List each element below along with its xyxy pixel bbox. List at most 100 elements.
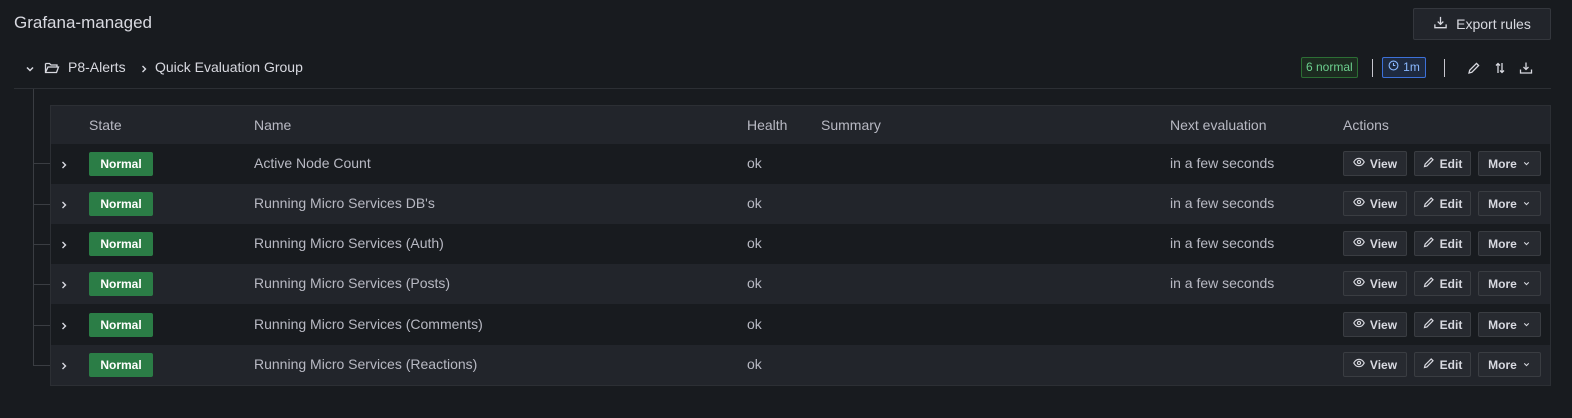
pencil-icon	[1423, 196, 1435, 211]
view-label: View	[1369, 196, 1398, 211]
more-button[interactable]: More	[1478, 231, 1541, 256]
chevron-down-icon	[1522, 197, 1531, 211]
group-name: Quick Evaluation Group	[155, 59, 303, 75]
rule-name: Running Micro Services (Reactions)	[254, 356, 478, 372]
view-button[interactable]: View	[1343, 312, 1407, 337]
rule-name: Running Micro Services DB's	[254, 195, 435, 211]
rule-health: ok	[747, 316, 762, 332]
view-button[interactable]: View	[1343, 271, 1407, 296]
header-next-evaluation: Next evaluation	[1170, 117, 1267, 133]
edit-button[interactable]: Edit	[1414, 312, 1471, 337]
more-label: More	[1488, 357, 1517, 372]
rule-next-evaluation: in a few seconds	[1170, 235, 1275, 251]
export-rules-label: Export rules	[1456, 16, 1531, 32]
edit-button[interactable]: Edit	[1414, 151, 1471, 176]
more-label: More	[1488, 276, 1517, 291]
table-row: Normal Running Micro Services (Reactions…	[51, 345, 1550, 385]
tree-connector	[33, 365, 50, 366]
divider	[1372, 59, 1373, 77]
view-button[interactable]: View	[1343, 191, 1407, 216]
pencil-icon	[1423, 156, 1435, 171]
eye-icon	[1353, 196, 1365, 211]
more-button[interactable]: More	[1478, 191, 1541, 216]
more-button[interactable]: More	[1478, 151, 1541, 176]
tree-connector	[33, 89, 34, 365]
edit-button[interactable]: Edit	[1414, 191, 1471, 216]
table-header: State Name Health Summary Next evaluatio…	[51, 106, 1550, 144]
rules-table: State Name Health Summary Next evaluatio…	[50, 105, 1551, 386]
download-icon[interactable]	[1519, 61, 1533, 75]
eye-icon	[1353, 156, 1365, 171]
clock-icon	[1388, 58, 1399, 77]
chevron-down-icon[interactable]	[24, 62, 36, 74]
header-health: Health	[747, 117, 788, 133]
more-label: More	[1488, 236, 1517, 251]
view-button[interactable]: View	[1343, 231, 1407, 256]
rule-name: Running Micro Services (Posts)	[254, 275, 451, 291]
more-button[interactable]: More	[1478, 271, 1541, 296]
edit-label: Edit	[1439, 156, 1463, 171]
view-label: View	[1369, 357, 1398, 372]
tree-connector	[33, 163, 50, 164]
chevron-down-icon	[1522, 277, 1531, 291]
chevron-right-icon[interactable]	[59, 278, 69, 290]
chevron-right-icon[interactable]	[59, 158, 69, 170]
edit-button[interactable]: Edit	[1414, 231, 1471, 256]
more-label: More	[1488, 317, 1517, 332]
view-label: View	[1369, 156, 1398, 171]
pencil-icon	[1423, 276, 1435, 291]
rule-health: ok	[747, 275, 762, 291]
edit-button[interactable]: Edit	[1414, 352, 1471, 377]
more-label: More	[1488, 196, 1517, 211]
divider	[1444, 59, 1445, 77]
rule-health: ok	[747, 195, 762, 211]
pencil-icon	[1423, 357, 1435, 372]
edit-label: Edit	[1439, 357, 1463, 372]
eye-icon	[1353, 357, 1365, 372]
edit-button[interactable]: Edit	[1414, 271, 1471, 296]
chevron-right-icon	[139, 62, 149, 74]
state-badge: Normal	[89, 192, 153, 216]
state-badge: Normal	[89, 353, 153, 377]
view-button[interactable]: View	[1343, 151, 1407, 176]
edit-label: Edit	[1439, 196, 1463, 211]
rule-health: ok	[747, 356, 762, 372]
chevron-right-icon[interactable]	[59, 319, 69, 331]
chevron-right-icon[interactable]	[59, 238, 69, 250]
rule-name: Active Node Count	[254, 155, 371, 171]
eye-icon	[1353, 276, 1365, 291]
exchange-icon[interactable]	[1493, 61, 1507, 75]
more-button[interactable]: More	[1478, 312, 1541, 337]
chevron-down-icon	[1522, 157, 1531, 171]
folder-open-icon	[44, 60, 60, 76]
edit-label: Edit	[1439, 276, 1463, 291]
chevron-right-icon[interactable]	[59, 198, 69, 210]
eye-icon	[1353, 236, 1365, 251]
more-button[interactable]: More	[1478, 352, 1541, 377]
edit-label: Edit	[1439, 236, 1463, 251]
pencil-icon[interactable]	[1467, 61, 1481, 75]
interval-badge: 1m	[1382, 57, 1426, 78]
table-row: Normal Running Micro Services (Comments)…	[51, 305, 1550, 345]
view-button[interactable]: View	[1343, 352, 1407, 377]
table-row: Normal Running Micro Services (Auth) ok …	[51, 224, 1550, 264]
chevron-right-icon[interactable]	[59, 359, 69, 371]
state-badge: Normal	[89, 272, 153, 296]
header-actions: Actions	[1343, 117, 1389, 133]
chevron-down-icon	[1522, 318, 1531, 332]
pencil-icon	[1423, 317, 1435, 332]
more-label: More	[1488, 156, 1517, 171]
state-badge: Normal	[89, 232, 153, 256]
export-rules-button[interactable]: Export rules	[1413, 8, 1551, 40]
header-summary: Summary	[821, 117, 881, 133]
rule-next-evaluation: in a few seconds	[1170, 155, 1275, 171]
page-title: Grafana-managed	[14, 13, 152, 32]
rule-health: ok	[747, 235, 762, 251]
tree-connector	[33, 204, 50, 205]
state-badge: Normal	[89, 152, 153, 176]
eye-icon	[1353, 317, 1365, 332]
folder-name[interactable]: P8-Alerts	[68, 59, 126, 75]
rule-group-header: P8-Alerts Quick Evaluation Group 6 norma…	[14, 53, 1551, 89]
state-summary-badge: 6 normal	[1301, 57, 1358, 78]
rule-name: Running Micro Services (Auth)	[254, 235, 444, 251]
